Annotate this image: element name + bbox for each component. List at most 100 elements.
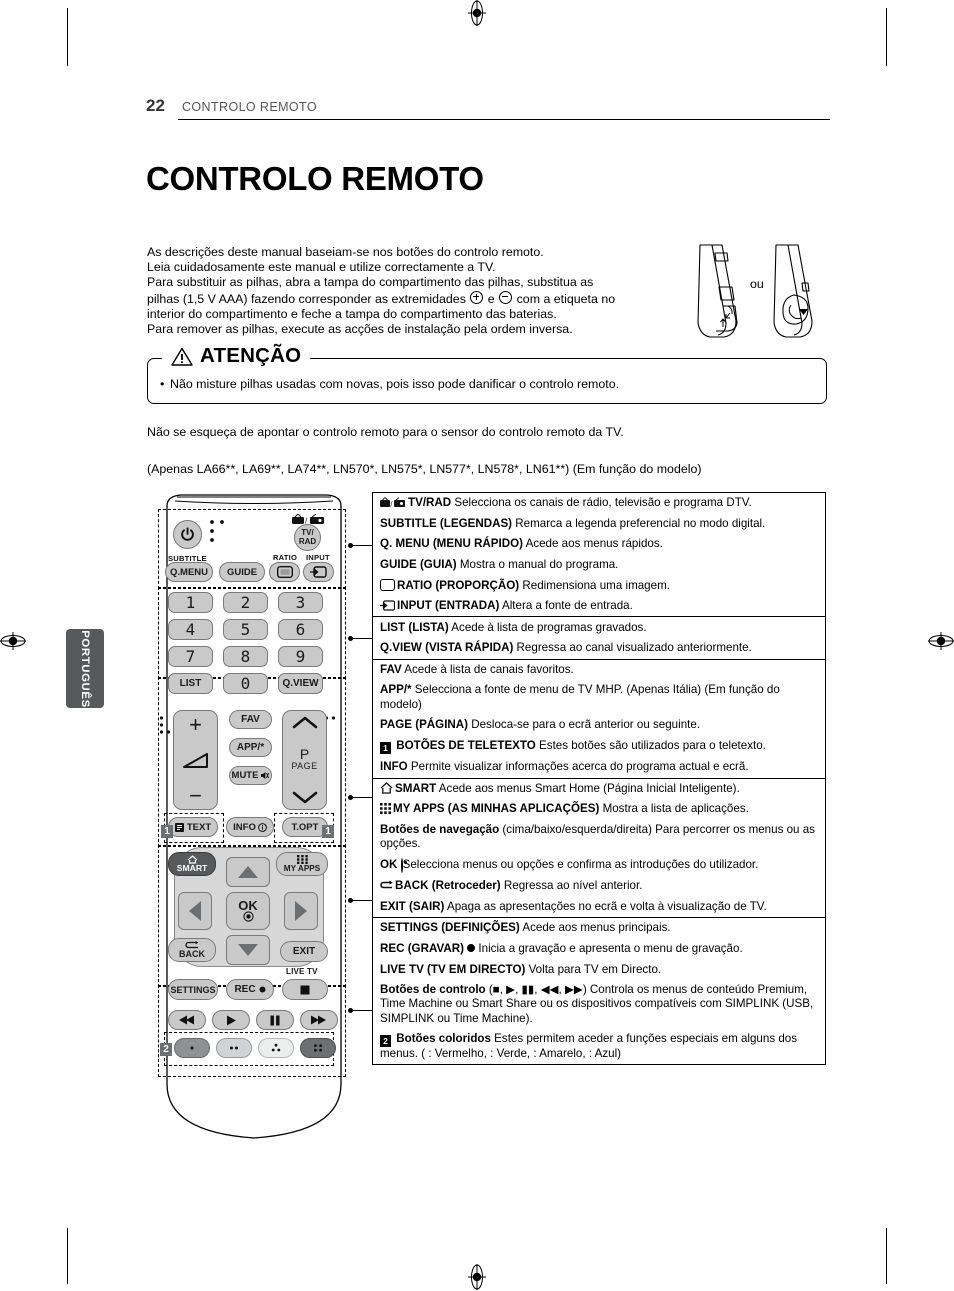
- table-row: Botões de navegação (cima/baixo/esquerda…: [373, 820, 825, 855]
- plus-polarity-icon: [470, 290, 484, 304]
- table-row: MY APPS (AS MINHAS APLICAÇÕES) Mostra a …: [373, 799, 825, 820]
- table-group-4: SMART Acede aos menus Smart Home (Página…: [373, 779, 825, 919]
- digit-6-button[interactable]: 6: [278, 619, 323, 640]
- digit-1-button[interactable]: 1: [168, 592, 213, 613]
- q-view-button[interactable]: Q.VIEW: [278, 673, 323, 694]
- rec-button[interactable]: REC: [226, 979, 274, 1000]
- intro-line-4c: com a etiqueta no: [516, 291, 616, 306]
- digit-4-button[interactable]: 4: [168, 619, 213, 640]
- ir-dots-decoration: [210, 520, 224, 542]
- arrow-right-icon: [295, 901, 307, 921]
- exit-button[interactable]: EXIT: [280, 941, 328, 962]
- text-button[interactable]: TEXT: [168, 817, 218, 837]
- digit-0-button[interactable]: 0: [223, 673, 268, 694]
- yellow-color-button[interactable]: [258, 1038, 294, 1058]
- pause-button[interactable]: [256, 1010, 294, 1030]
- digit-0-label: 0: [240, 674, 251, 693]
- rec-label: REC: [234, 984, 256, 995]
- tv-rad-label-bottom: RAD: [298, 536, 317, 546]
- row-desc: Permite visualizar informações acerca do…: [407, 760, 749, 774]
- warning-triangle-icon: [171, 347, 193, 366]
- back-label: BACK: [179, 949, 205, 959]
- app-button[interactable]: APP/*: [229, 738, 272, 757]
- q-menu-button[interactable]: Q.MENU: [165, 562, 213, 582]
- teletext-tag-right-label: 1: [325, 826, 331, 837]
- ok-dot-icon: [242, 911, 254, 922]
- blue-button-dots-icon: [314, 1044, 322, 1052]
- nav-right-button[interactable]: [284, 892, 318, 930]
- fav-button[interactable]: FAV: [229, 710, 272, 729]
- red-color-button[interactable]: [174, 1038, 210, 1058]
- q-view-label: Q.VIEW: [282, 678, 319, 689]
- tv-rad-button[interactable]: TV/ RAD: [294, 524, 321, 551]
- list-button[interactable]: LIST: [168, 673, 213, 694]
- row-desc: Acede à lista de programas gravados.: [448, 620, 647, 634]
- tv-radio-icon: /: [380, 497, 405, 508]
- settings-button[interactable]: SETTINGS: [168, 979, 218, 1000]
- row-term: Botões de navegação: [380, 822, 500, 836]
- left-dots-decoration: [159, 716, 171, 734]
- mute-button[interactable]: MUTE: [229, 766, 272, 785]
- stop-button[interactable]: [282, 979, 328, 1000]
- digit-5-button[interactable]: 5: [223, 619, 268, 640]
- intro-line-2: Leia cuidadosamente este manual e utiliz…: [147, 260, 496, 275]
- row-term: LIVE TV (TV EM DIRECTO): [380, 962, 526, 976]
- input-icon: [380, 600, 395, 611]
- intro-line-6: Para remover as pilhas, execute as acçõe…: [147, 322, 573, 337]
- intro-line-4b: e: [487, 291, 495, 306]
- info-button[interactable]: INFO: [226, 817, 274, 837]
- back-button[interactable]: BACK: [168, 938, 216, 962]
- row-desc: Selecciona menus ou opções e confirma as…: [402, 857, 759, 871]
- table-row: SUBTITLE (LEGENDAS) Remarca a legenda pr…: [373, 514, 825, 535]
- green-button-dots-icon: [230, 1046, 238, 1050]
- guide-button[interactable]: GUIDE: [219, 562, 265, 582]
- intro-line-1: As descrições deste manual baseiam-se no…: [147, 245, 544, 259]
- digit-3-button[interactable]: 3: [278, 592, 323, 613]
- remote-control-diagram: / TV/ RAD SUBTITLE Q.MENU GUIDE RATIO IN…: [146, 492, 366, 1142]
- nav-left-button[interactable]: [178, 892, 212, 930]
- power-button[interactable]: [173, 520, 202, 549]
- blue-color-button[interactable]: [300, 1038, 336, 1058]
- fast-forward-icon: [311, 1015, 326, 1025]
- caution-bullet-text: Não misture pilhas usadas com novas, poi…: [170, 377, 620, 391]
- row-term: SUBTITLE (LEGENDAS): [380, 516, 513, 530]
- registration-mark-top: [468, 0, 486, 26]
- row-desc: Acede aos menus rápidos.: [523, 537, 663, 551]
- digit-2-button[interactable]: 2: [223, 592, 268, 613]
- input-button[interactable]: [303, 562, 334, 582]
- smart-button[interactable]: SMART: [168, 852, 216, 876]
- power-icon: [181, 527, 194, 541]
- nav-up-button[interactable]: [226, 857, 270, 887]
- ok-button[interactable]: OK: [226, 892, 270, 930]
- rewind-button[interactable]: [168, 1010, 206, 1030]
- my-apps-button[interactable]: MY APPS: [276, 852, 328, 876]
- text-lines-icon: [174, 822, 184, 832]
- digit-8-button[interactable]: 8: [223, 646, 268, 667]
- arrow-up-icon: [238, 866, 258, 878]
- row-desc: Selecciona os canais de rádio, televisão…: [451, 496, 752, 510]
- registration-mark-bottom: [468, 1264, 486, 1290]
- input-arrow-icon: [310, 566, 327, 578]
- row-term: FAV: [380, 662, 402, 676]
- header-rule: [178, 119, 830, 120]
- digit-9-button[interactable]: 9: [278, 646, 323, 667]
- ratio-button[interactable]: [269, 562, 300, 582]
- row-term: MY APPS (AS MINHAS APLICAÇÕES): [393, 802, 600, 816]
- nav-down-button[interactable]: [226, 935, 270, 965]
- green-color-button[interactable]: [216, 1038, 252, 1058]
- row-term: Botões de controlo: [380, 983, 486, 997]
- fast-forward-button[interactable]: [300, 1010, 338, 1030]
- table-row: GUIDE (GUIA) Mostra o manual do programa…: [373, 555, 825, 576]
- table-row: APP/* Selecciona a fonte de menu de TV M…: [373, 680, 825, 715]
- digit-5-label: 5: [240, 620, 251, 639]
- page-rocker-button[interactable]: P PAGE: [282, 710, 327, 810]
- table-row: Q. MENU (MENU RÁPIDO) Acede aos menus rá…: [373, 534, 825, 555]
- table-row: 2 Botões coloridos Estes permitem aceder…: [373, 1029, 825, 1065]
- q-menu-label: Q.MENU: [170, 566, 208, 578]
- digit-7-button[interactable]: 7: [168, 646, 213, 667]
- volume-rocker-button[interactable]: + −: [173, 710, 218, 810]
- mute-speaker-icon: [261, 772, 270, 779]
- list-label: LIST: [179, 678, 202, 689]
- yellow-button-dots-icon: [271, 1043, 281, 1052]
- play-button[interactable]: [212, 1010, 250, 1030]
